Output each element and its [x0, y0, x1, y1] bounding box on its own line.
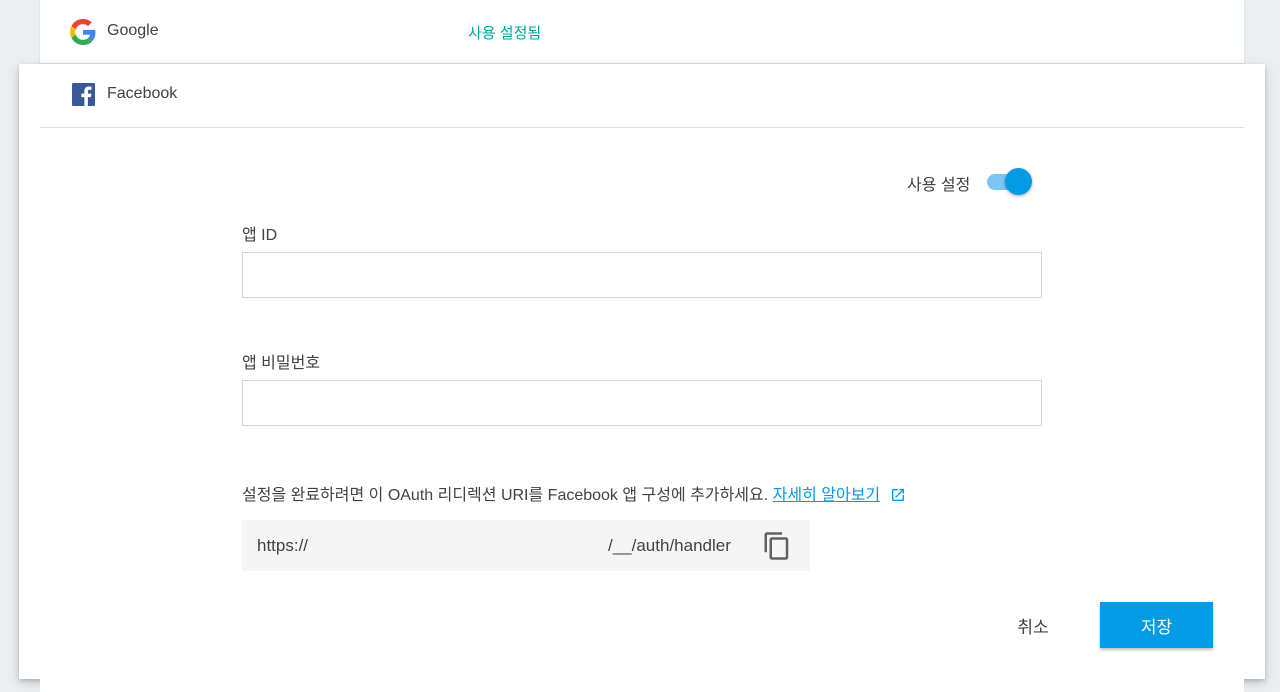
enable-toggle-label: 사용 설정 [907, 177, 971, 194]
cancel-button[interactable]: 취소 [999, 602, 1067, 648]
save-button[interactable]: 저장 [1100, 602, 1213, 648]
app-id-label: 앱 ID [242, 227, 278, 244]
google-provider-row[interactable]: Google 사용 설정됨 [40, 0, 1244, 64]
toggle-thumb [1005, 168, 1032, 195]
google-status-badge: 사용 설정됨 [468, 25, 542, 42]
info-text: 설정을 완료하려면 이 OAuth 리디렉션 URI를 Facebook 앱 구… [242, 487, 769, 504]
app-id-input[interactable] [242, 252, 1042, 298]
open-in-new-icon[interactable] [890, 487, 906, 503]
google-logo-icon [70, 19, 96, 45]
redirect-uri-info: 설정을 완료하려면 이 OAuth 리디렉션 URI를 Facebook 앱 구… [242, 481, 906, 505]
app-secret-label: 앱 비밀번호 [242, 355, 321, 372]
learn-more-link[interactable]: 자세히 알아보기 [773, 487, 881, 504]
facebook-logo-icon [72, 83, 95, 106]
app-secret-input[interactable] [242, 380, 1042, 426]
copy-icon[interactable] [762, 530, 792, 562]
enable-toggle[interactable] [987, 168, 1033, 196]
next-provider-row [40, 679, 1244, 692]
redirect-uri-suffix: /__/auth/handler [608, 536, 731, 555]
redirect-uri-prefix: https:// [257, 536, 309, 555]
facebook-card-header[interactable]: Facebook [40, 64, 1244, 128]
facebook-provider-name: Facebook [107, 85, 178, 102]
google-provider-name: Google [107, 22, 159, 39]
facebook-provider-card: Facebook 사용 설정 앱 ID 앱 비밀번호 설정을 완료하려면 이 O… [19, 64, 1265, 679]
redirect-uri-box: https:// /__/auth/handler [242, 520, 810, 571]
